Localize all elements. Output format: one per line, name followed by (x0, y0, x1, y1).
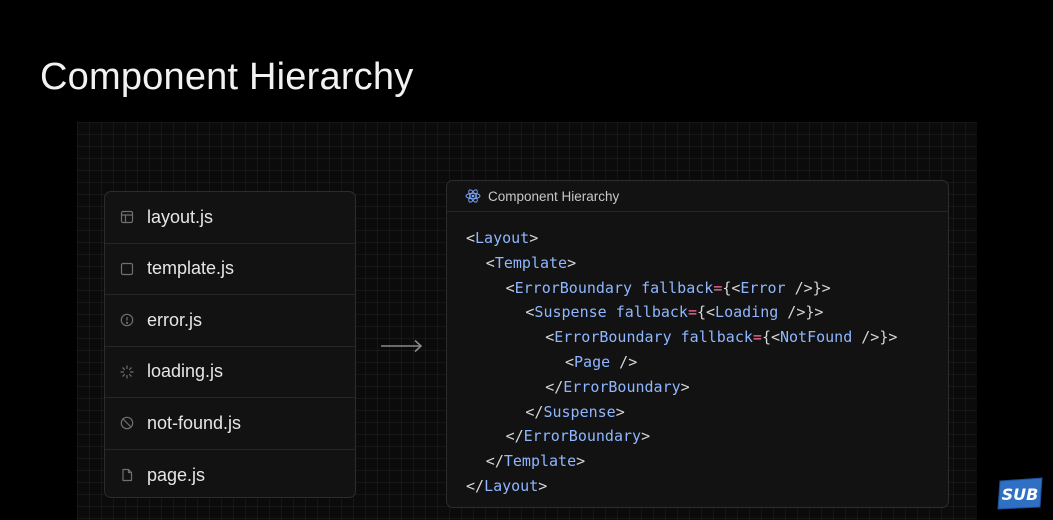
code-line: </Layout> (466, 474, 948, 499)
file-name: layout.js (147, 206, 214, 227)
arrow-right-icon (381, 339, 423, 353)
code-token: ErrorBoundary (514, 278, 633, 297)
spinner-icon (120, 365, 134, 379)
code-panel: Component Hierarchy <Layout> <Template> <E… (446, 180, 949, 508)
file-icon (120, 468, 134, 482)
file-name: not-found.js (147, 412, 242, 433)
code-token: Page (574, 352, 611, 371)
code-token: NotFound (780, 328, 853, 347)
code-token: </ (466, 476, 485, 495)
code-token: = (713, 278, 723, 297)
code-token: Layout (475, 229, 530, 247)
code-token: </ (545, 377, 564, 396)
file-name: page.js (147, 464, 206, 485)
square-icon (120, 262, 134, 276)
code-token: </ (525, 402, 544, 421)
file-name: loading.js (147, 361, 224, 382)
code-line: </ErrorBoundary> (466, 375, 948, 400)
alert-circle-icon (120, 313, 134, 327)
code-token: />}> (852, 328, 898, 347)
code-line: <Template> (466, 251, 948, 276)
code-token: Template (503, 452, 577, 471)
code-token: </ (505, 427, 524, 446)
code-token: < (505, 278, 515, 297)
code-token: />}> (778, 303, 824, 322)
code-line: <ErrorBoundary fallback={<Error />}> (466, 276, 948, 301)
code-token: fallback (680, 328, 753, 347)
layout-icon (120, 210, 134, 224)
code-token: = (687, 303, 697, 322)
code-token: > (641, 427, 651, 446)
react-icon (465, 188, 481, 204)
code-line: <Page /> (466, 350, 948, 375)
code-token: {< (696, 303, 716, 322)
code-token: Loading (715, 303, 779, 322)
code-token: > (576, 452, 586, 471)
code-token: ErrorBoundary (563, 377, 681, 396)
code-token: {< (722, 278, 741, 297)
file-item-layout[interactable]: layout.js (105, 192, 355, 244)
code-line: <Layout> (466, 226, 948, 251)
code-token: = (752, 328, 762, 347)
code-line: </Template> (466, 449, 948, 474)
code-block: <Layout> <Template> <ErrorBoundary fallbac… (447, 212, 948, 499)
code-token: </ (485, 452, 504, 471)
code-token: Error (740, 278, 786, 297)
file-item-loading[interactable]: loading.js (105, 347, 355, 398)
code-token: Layout (484, 476, 539, 495)
code-line: </Suspense> (466, 400, 948, 425)
code-token: Suspense (543, 402, 616, 421)
file-item-page[interactable]: page.js (105, 450, 355, 498)
file-item-not-found[interactable]: not-found.js (105, 398, 355, 450)
slide-title: Component Hierarchy (40, 56, 414, 98)
file-name: template.js (147, 258, 235, 279)
code-token: ErrorBoundary (554, 328, 672, 347)
code-token: /> (610, 352, 638, 371)
code-panel-header: Component Hierarchy (447, 181, 948, 212)
file-item-template[interactable]: template.js (105, 244, 355, 295)
code-line: <ErrorBoundary fallback={<NotFound />}> (466, 325, 948, 350)
code-token: > (567, 253, 577, 272)
code-token: Suspense (534, 303, 607, 322)
code-panel-title: Component Hierarchy (488, 188, 620, 204)
code-token: />}> (785, 278, 831, 297)
code-line: </ErrorBoundary> (466, 424, 948, 449)
code-token: < (466, 229, 476, 247)
code-token: > (538, 476, 548, 495)
code-token: fallback (641, 278, 714, 297)
code-token: < (485, 253, 495, 272)
sub-logo-text: SUB (1002, 485, 1039, 504)
code-token: > (529, 229, 539, 247)
sub-logo: SUB (997, 477, 1043, 510)
ban-icon (120, 416, 134, 430)
code-token: Template (494, 253, 568, 272)
code-line: <Suspense fallback={<Loading />}> (466, 300, 948, 325)
code-token: > (615, 402, 625, 421)
code-token: < (545, 328, 555, 347)
code-token: ErrorBoundary (523, 427, 642, 446)
file-list: layout.js template.js error.js loading.j… (104, 191, 356, 498)
code-token: fallback (615, 303, 688, 322)
code-token: > (680, 377, 690, 396)
file-name: error.js (147, 309, 203, 330)
code-token: < (565, 352, 575, 371)
file-item-error[interactable]: error.js (105, 295, 355, 347)
code-token: {< (761, 328, 780, 347)
